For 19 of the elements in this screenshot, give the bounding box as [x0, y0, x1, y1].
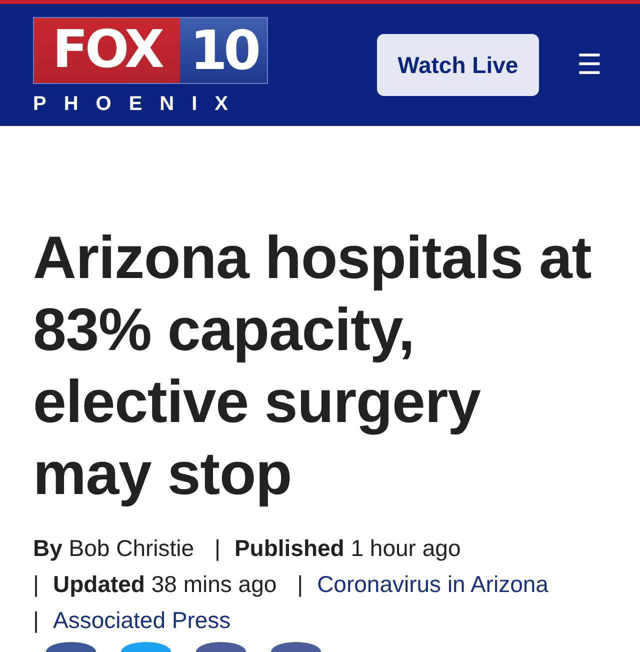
topic-link[interactable]: Associated Press	[52, 607, 231, 633]
byline-text: By Bob Christie	[33, 535, 194, 561]
logo-text: FOX	[34, 18, 180, 82]
topic-link[interactable]: Coronavirus in Arizona	[317, 571, 548, 597]
separator: |	[33, 607, 39, 633]
city-name: PHOENIX	[33, 94, 247, 114]
separator: |	[33, 571, 39, 597]
share-button[interactable]	[46, 642, 96, 652]
headline: Arizona hospitals at 83% capacity, elective surgery may stop	[33, 223, 592, 509]
channel-number: 10	[180, 18, 267, 82]
menu-icon[interactable]: ☰	[576, 51, 602, 79]
byline-text: Updated 38 mins ago	[52, 571, 277, 597]
share-button[interactable]	[271, 642, 321, 652]
separator: |	[297, 571, 304, 597]
separator: |	[214, 535, 220, 561]
share-button[interactable]	[196, 642, 246, 652]
watch-live-button[interactable]: Watch Live	[376, 34, 539, 96]
byline-text: Published 1 hour ago	[234, 535, 461, 561]
share-button[interactable]	[121, 642, 171, 652]
